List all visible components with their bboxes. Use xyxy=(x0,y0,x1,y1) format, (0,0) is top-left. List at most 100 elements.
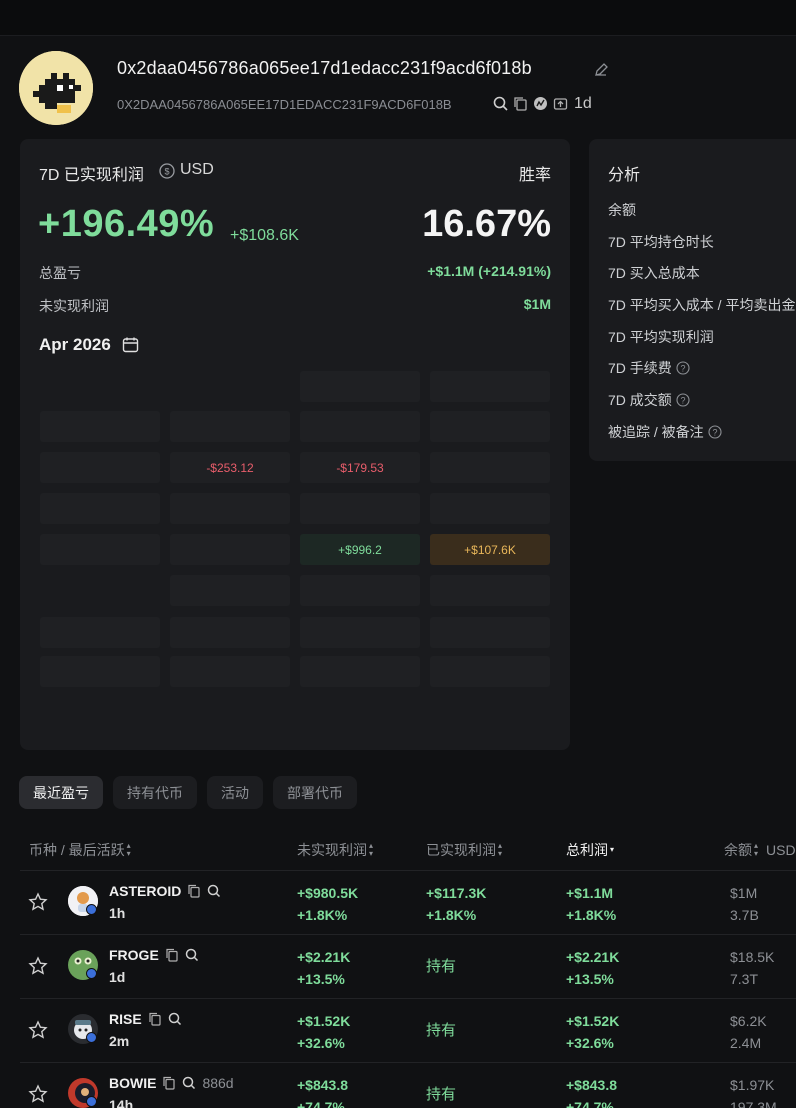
calendar-day[interactable] xyxy=(430,411,550,442)
calendar-day[interactable] xyxy=(40,411,160,442)
sort-icon: ▴ ▾ xyxy=(754,841,759,858)
realized-cell: 持有 xyxy=(426,958,457,975)
calendar-day-value[interactable]: -$179.53 xyxy=(300,452,420,483)
calendar-day[interactable] xyxy=(40,452,160,483)
edit-icon[interactable] xyxy=(593,62,609,78)
help-icon[interactable]: ? xyxy=(676,361,690,375)
calendar-day[interactable] xyxy=(40,534,160,565)
calendar-day[interactable] xyxy=(170,534,290,565)
total-pnl-value: +$1.1M (+214.91%) xyxy=(427,263,551,279)
copy-icon[interactable] xyxy=(513,96,528,111)
tab-deployed[interactable]: 部署代币 xyxy=(273,776,357,809)
calendar-day[interactable] xyxy=(300,411,420,442)
total-pnl-label: 总盈亏 xyxy=(39,265,81,281)
copy-icon[interactable] xyxy=(165,948,179,962)
analysis-item: 7D 成交额 ? xyxy=(608,390,690,410)
chain-badge xyxy=(86,904,97,915)
token-name[interactable]: BOWIE 886d xyxy=(109,1075,234,1091)
copy-icon[interactable] xyxy=(187,884,201,898)
total-cell: +$2.21K +13.5% xyxy=(566,949,620,987)
calendar-day[interactable] xyxy=(430,493,550,524)
calendar-day[interactable] xyxy=(430,452,550,483)
token-name[interactable]: FROGE xyxy=(109,947,199,963)
token-age: 886d xyxy=(202,1075,234,1091)
realized-cell: +$117.3K +1.8K% xyxy=(426,885,487,923)
tab-recent-pnl[interactable]: 最近盈亏 xyxy=(19,776,103,809)
tab-holdings[interactable]: 持有代币 xyxy=(113,776,197,809)
star-icon[interactable] xyxy=(28,892,48,912)
calendar-day[interactable] xyxy=(430,371,550,402)
calendar-day[interactable] xyxy=(170,575,290,606)
currency-icon[interactable]: $ xyxy=(159,163,175,179)
search-icon[interactable] xyxy=(182,1076,196,1090)
copy-icon[interactable] xyxy=(148,1012,162,1026)
sort-desc-icon: ▾ xyxy=(610,845,615,854)
calendar-icon[interactable] xyxy=(122,336,139,353)
search-icon[interactable] xyxy=(493,96,508,111)
calendar-day[interactable] xyxy=(300,493,420,524)
calendar-day-value[interactable]: +$996.2 xyxy=(300,534,420,565)
token-name[interactable]: ASTEROID xyxy=(109,883,221,899)
unrealized-value: $1M xyxy=(523,296,551,312)
analysis-item: 7D 买入总成本 xyxy=(608,265,700,281)
calendar-day[interactable] xyxy=(40,493,160,524)
calendar-day[interactable] xyxy=(430,656,550,687)
col-realized[interactable]: 已实现利润 ▴ ▾ xyxy=(426,840,502,860)
unrealized-label: 未实现利润 xyxy=(39,298,109,314)
winrate-value: 16.67% xyxy=(422,203,551,245)
star-icon[interactable] xyxy=(28,1084,48,1104)
calendar-day[interactable] xyxy=(170,656,290,687)
analysis-title: 分析 xyxy=(608,167,641,184)
svg-text:?: ? xyxy=(680,364,685,374)
search-icon[interactable] xyxy=(168,1012,182,1026)
calendar-day-value[interactable]: -$253.12 xyxy=(170,452,290,483)
calendar-day-value[interactable]: +$107.6K xyxy=(430,534,550,565)
chain-badge xyxy=(86,1096,97,1107)
calendar-day[interactable] xyxy=(300,656,420,687)
search-icon[interactable] xyxy=(207,884,221,898)
help-icon[interactable]: ? xyxy=(708,425,722,439)
svg-text:$: $ xyxy=(164,167,169,177)
calendar-day[interactable] xyxy=(170,493,290,524)
sort-icon: ▴ ▾ xyxy=(126,841,131,858)
realized-pct: +196.49% xyxy=(38,203,215,245)
calendar-day[interactable] xyxy=(430,575,550,606)
col-total[interactable]: 总利润 ▾ xyxy=(566,840,614,860)
realized-cell: 持有 xyxy=(426,1086,457,1103)
calendar-day[interactable] xyxy=(170,617,290,648)
currency-label[interactable]: USD xyxy=(180,161,214,179)
tab-activity[interactable]: 活动 xyxy=(207,776,263,809)
star-icon[interactable] xyxy=(28,956,48,976)
table-row[interactable]: FROGE 1d +$2.21K +13.5% 持有 +$2.21K +13.5% … xyxy=(20,934,796,998)
unrealized-cell: +$2.21K +13.5% xyxy=(297,949,351,987)
calendar-day[interactable] xyxy=(40,656,160,687)
calendar-day[interactable] xyxy=(300,617,420,648)
search-icon[interactable] xyxy=(185,948,199,962)
table-row[interactable]: BOWIE 886d 14h +$843.8 +74.7% 持有 +$843.8 +… xyxy=(20,1062,796,1108)
realized-cell: 持有 xyxy=(426,1022,457,1039)
calendar-day[interactable] xyxy=(170,411,290,442)
token-name[interactable]: RISE xyxy=(109,1011,182,1027)
table-row[interactable]: ASTEROID 1h +$980.5K +1.8K% +$117.3K +1.8K… xyxy=(20,870,796,934)
analysis-item: 7D 平均持仓时长 xyxy=(608,234,714,250)
chain-badge xyxy=(86,968,97,979)
col-token[interactable]: 币种 / 最后活跃 ▴ ▾ xyxy=(29,840,131,860)
calendar-day[interactable] xyxy=(430,617,550,648)
chart-link-icon[interactable] xyxy=(533,96,548,111)
col-balance[interactable]: 余额 ▴ ▾ USD xyxy=(724,840,796,860)
copy-icon[interactable] xyxy=(162,1076,176,1090)
wallet-address: 0x2daa0456786a065ee17d1edacc231f9acd6f01… xyxy=(117,58,532,78)
table-row[interactable]: RISE 2m +$1.52K +32.6% 持有 +$1.52K +32.6% $… xyxy=(20,998,796,1062)
balance-cell: $1.97K 197.3M xyxy=(730,1077,777,1108)
pnl-title: 7D 已实现利润 xyxy=(39,167,144,184)
analysis-item: 被追踪 / 被备注 ? xyxy=(608,422,722,442)
balance-currency[interactable]: USD xyxy=(766,842,796,858)
calendar-day[interactable] xyxy=(40,617,160,648)
calendar-day[interactable] xyxy=(300,371,420,402)
col-unrealized[interactable]: 未实现利润 ▴ ▾ xyxy=(297,840,373,860)
help-icon[interactable]: ? xyxy=(676,393,690,407)
unrealized-cell: +$980.5K +1.8K% xyxy=(297,885,359,923)
share-icon[interactable] xyxy=(553,96,568,111)
calendar-day[interactable] xyxy=(300,575,420,606)
star-icon[interactable] xyxy=(28,1020,48,1040)
